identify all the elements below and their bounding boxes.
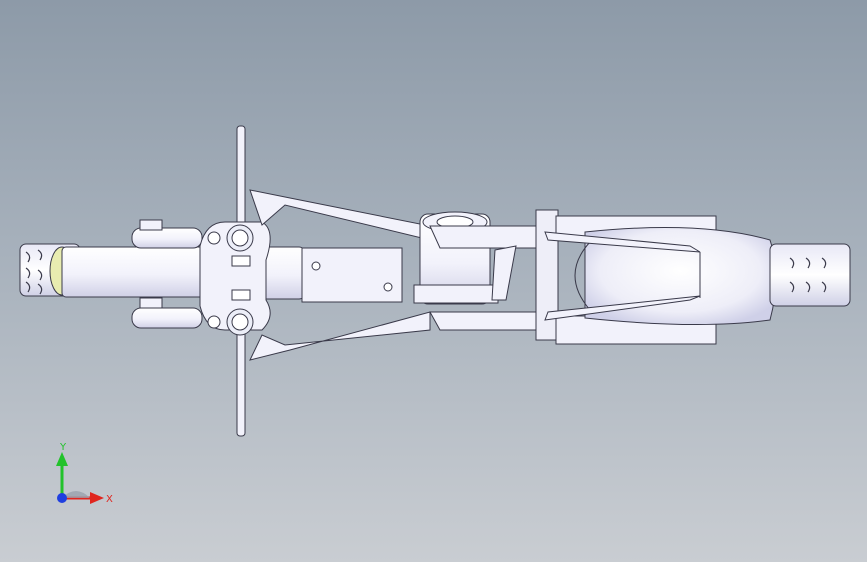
- x-axis-label: X: [106, 494, 113, 505]
- front-fork-tube[interactable]: [61, 246, 223, 298]
- cad-viewport[interactable]: Y X: [0, 0, 867, 562]
- upper-fork-leg[interactable]: [131, 219, 203, 249]
- rear-tire[interactable]: [769, 243, 851, 307]
- motorcycle-model[interactable]: [0, 0, 867, 562]
- lower-fork-leg[interactable]: [131, 297, 203, 329]
- triple-clamp[interactable]: [199, 221, 271, 336]
- y-axis-label: Y: [59, 442, 67, 453]
- coordinate-triad: Y X: [56, 442, 113, 505]
- frame-plate[interactable]: [301, 247, 403, 303]
- rear-fender[interactable]: [555, 215, 777, 345]
